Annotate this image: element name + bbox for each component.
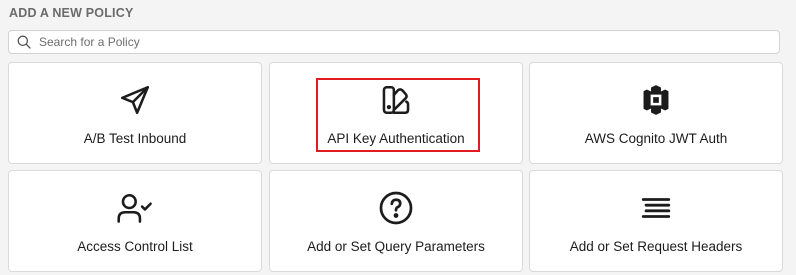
send-icon [9, 83, 261, 117]
align-justify-icon [530, 191, 782, 225]
aws-cognito-icon [530, 83, 782, 117]
policy-card-add-or-set-query-parameters[interactable]: Add or Set Query Parameters [269, 170, 523, 272]
policy-card-add-or-set-request-headers[interactable]: Add or Set Request Headers [529, 170, 783, 272]
search-icon [9, 31, 39, 53]
add-policy-panel: ADD A NEW POLICY A/B Test Inbound [0, 0, 796, 275]
policy-card-aws-cognito-jwt-auth[interactable]: AWS Cognito JWT Auth [529, 62, 783, 164]
section-title: ADD A NEW POLICY [9, 6, 134, 20]
policy-card-access-control-list[interactable]: Access Control List [8, 170, 262, 272]
swatchbook-icon [270, 83, 522, 117]
policy-label: Add or Set Request Headers [569, 239, 743, 254]
policy-card-api-key-authentication[interactable]: API Key Authentication [269, 62, 523, 164]
policy-label: A/B Test Inbound [83, 131, 187, 146]
search-box[interactable] [8, 30, 780, 54]
question-circle-icon [270, 191, 522, 225]
policy-card-ab-test-inbound[interactable]: A/B Test Inbound [8, 62, 262, 164]
policy-label: Add or Set Query Parameters [307, 239, 485, 254]
policy-label: API Key Authentication [327, 131, 465, 146]
search-input[interactable] [39, 35, 759, 49]
user-check-icon [9, 191, 261, 225]
policy-label: AWS Cognito JWT Auth [584, 131, 728, 146]
policy-label: Access Control List [77, 239, 193, 254]
